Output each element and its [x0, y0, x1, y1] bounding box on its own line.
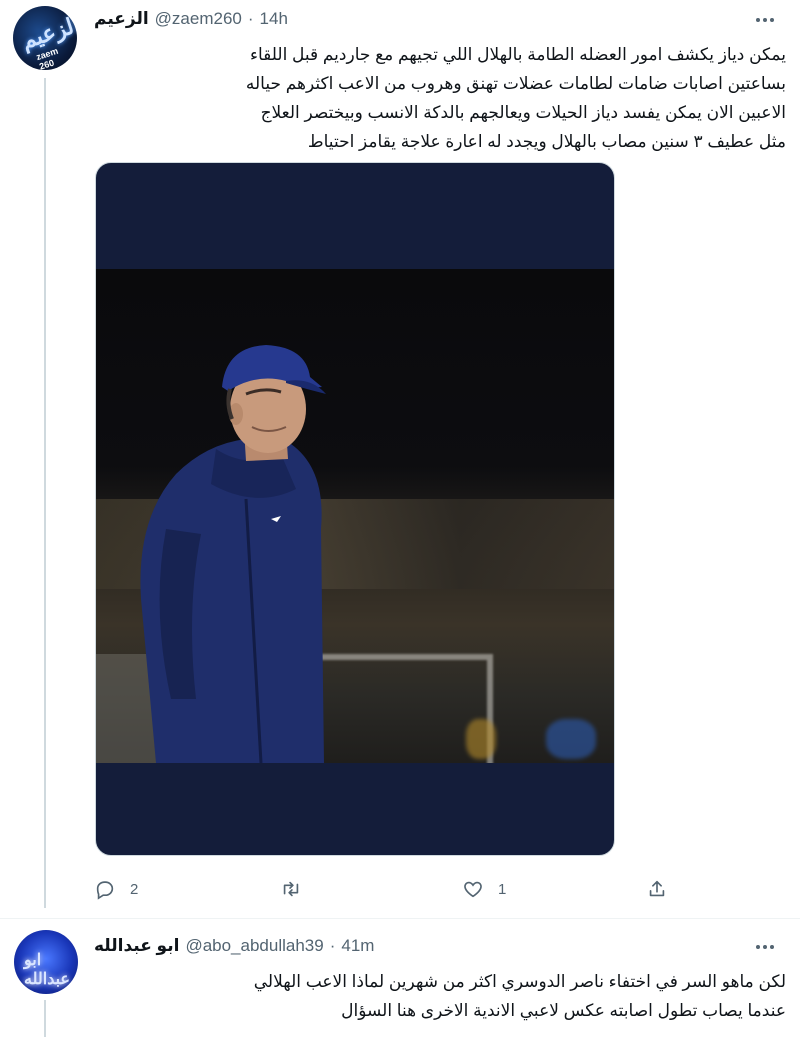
- reply-icon: [96, 881, 114, 900]
- tweet-actions: 2 1: [94, 876, 694, 902]
- tweet-text: لكن ماهو السر في اختفاء ناصر الدوسري اكث…: [94, 967, 786, 1025]
- more-options-icon[interactable]: [752, 10, 778, 30]
- reply-button[interactable]: 2: [94, 876, 138, 902]
- tweet-media[interactable]: [95, 162, 615, 856]
- tweet-text-line: لكن ماهو السر في اختفاء ناصر الدوسري اكث…: [253, 972, 786, 991]
- tweet-header: ابو عبدالله @abo_abdullah39 · 41m: [94, 935, 374, 957]
- retweet-button[interactable]: [280, 876, 316, 902]
- user-handle[interactable]: @zaem260: [155, 9, 242, 29]
- coach-photo: [96, 269, 614, 763]
- avatar[interactable]: الزعيم zaem 260: [13, 6, 77, 70]
- tweet-text-line: بساعتين اصابات ضامات لطامات عضلات تهنق و…: [245, 74, 786, 93]
- tweet-text-line: مثل عطيف ٣ سنين مصاب بالهلال ويجدد له اع…: [307, 132, 786, 151]
- display-name[interactable]: ابو عبدالله: [94, 936, 179, 956]
- tweet-text-line: عندما يصاب تطول اصابته عكس لاعبي الاندية…: [341, 1001, 786, 1020]
- display-name[interactable]: الزعيم: [94, 9, 149, 29]
- tweet-header: الزعيم @zaem260 · 14h: [94, 8, 288, 30]
- avatar[interactable]: ابو عبدالله: [14, 930, 78, 994]
- heart-icon: [464, 881, 482, 898]
- timestamp[interactable]: 14h: [260, 9, 288, 29]
- thread-connector-line: [44, 78, 46, 908]
- timestamp[interactable]: 41m: [341, 936, 374, 956]
- user-handle[interactable]: @abo_abdullah39: [185, 936, 323, 956]
- coach-figure: [140, 345, 326, 763]
- avatar-logo-text: ابو عبدالله: [24, 950, 70, 988]
- like-count: 1: [498, 880, 507, 898]
- meta-separator: ·: [247, 9, 254, 28]
- retweet-icon: [283, 881, 299, 897]
- tweet-text-line: يمكن دياز يكشف امور العضله الطامة بالهلا…: [249, 45, 786, 64]
- share-icon: [649, 880, 665, 897]
- tweet-text: يمكن دياز يكشف امور العضله الطامة بالهلا…: [94, 40, 786, 156]
- tweet-text-line: الاعبين الان يمكن يفسد دياز الحيلات ويعا…: [260, 103, 786, 122]
- share-button[interactable]: [646, 876, 682, 902]
- tweet-divider: [0, 918, 800, 919]
- reply-count: 2: [130, 880, 139, 898]
- like-button[interactable]: 1: [462, 876, 506, 902]
- thread-connector-line-bottom: [44, 1000, 46, 1037]
- more-options-icon[interactable]: [752, 937, 778, 957]
- meta-separator: ·: [329, 936, 336, 955]
